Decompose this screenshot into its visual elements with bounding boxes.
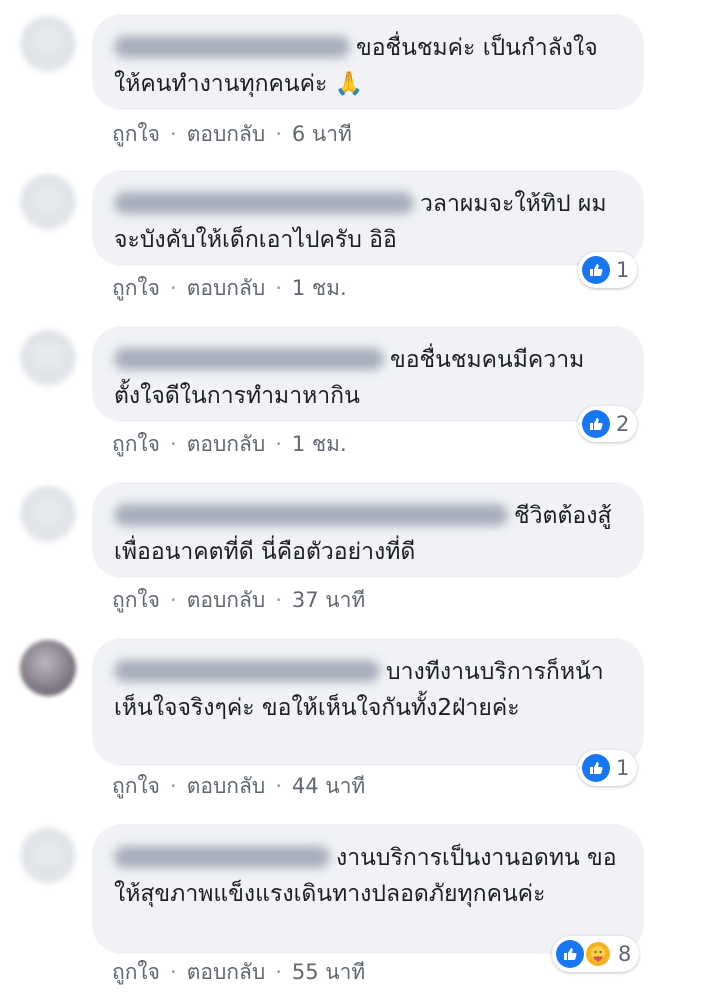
reaction-count: 8 bbox=[618, 942, 632, 966]
reaction-summary[interactable]: 2 bbox=[578, 406, 638, 442]
comment-time[interactable]: 1 ชม. bbox=[292, 276, 347, 300]
like-icon bbox=[556, 940, 584, 968]
like-link[interactable]: ถูกใจ bbox=[112, 432, 160, 456]
commenter-name[interactable] bbox=[114, 504, 508, 526]
reply-link[interactable]: ตอบกลับ bbox=[187, 588, 266, 612]
avatar[interactable] bbox=[20, 16, 76, 72]
commenter-name[interactable] bbox=[114, 846, 330, 868]
avatar[interactable] bbox=[20, 174, 76, 230]
comment-actions: ถูกใจ · ตอบกลับ · 44 นาที bbox=[112, 774, 366, 798]
comment-time[interactable]: 1 ชม. bbox=[292, 432, 347, 456]
comment-actions: ถูกใจ · ตอบกลับ · 37 นาที bbox=[112, 588, 366, 612]
reaction-count: 1 bbox=[616, 258, 630, 282]
reply-link[interactable]: ตอบกลับ bbox=[187, 276, 266, 300]
like-link[interactable]: ถูกใจ bbox=[112, 960, 160, 984]
comment-actions: ถูกใจ · ตอบกลับ · 1 ชม. bbox=[112, 432, 347, 456]
comment-actions: ถูกใจ · ตอบกลับ · 1 ชม. bbox=[112, 276, 347, 300]
care-icon bbox=[584, 940, 612, 968]
like-icon bbox=[582, 410, 610, 438]
comment-bubble: ขอชื่นชมคนมีความตั้งใจดีในการทำมาหากิน bbox=[92, 326, 644, 422]
commenter-name[interactable] bbox=[114, 348, 384, 370]
comment-bubble: ขอชื่นชมค่ะ เป็นกำลังใจให้คนทำงานทุกคนค่… bbox=[92, 14, 644, 110]
like-icon bbox=[582, 754, 610, 782]
reply-link[interactable]: ตอบกลับ bbox=[187, 960, 266, 984]
reaction-count: 1 bbox=[616, 756, 630, 780]
reaction-count: 2 bbox=[616, 412, 630, 436]
comment-time[interactable]: 55 นาที bbox=[292, 960, 365, 984]
avatar[interactable] bbox=[20, 486, 76, 542]
reaction-summary[interactable]: 8 bbox=[552, 936, 640, 972]
commenter-name[interactable] bbox=[114, 36, 350, 58]
comment-bubble: ชีวิตต้องสู้ เพื่ออนาคตที่ดี นี่คือตัวอย… bbox=[92, 482, 644, 578]
like-link[interactable]: ถูกใจ bbox=[112, 122, 160, 146]
comment-time[interactable]: 37 นาที bbox=[292, 588, 365, 612]
avatar[interactable] bbox=[20, 330, 76, 386]
comment-actions: ถูกใจ · ตอบกลับ · 55 นาที bbox=[112, 960, 366, 984]
commenter-name[interactable] bbox=[114, 192, 414, 214]
avatar[interactable] bbox=[20, 640, 76, 696]
like-link[interactable]: ถูกใจ bbox=[112, 276, 160, 300]
commenter-name[interactable] bbox=[114, 660, 380, 682]
reply-link[interactable]: ตอบกลับ bbox=[187, 774, 266, 798]
reaction-summary[interactable]: 1 bbox=[578, 252, 638, 288]
comment-time[interactable]: 6 นาที bbox=[292, 122, 352, 146]
reply-link[interactable]: ตอบกลับ bbox=[187, 432, 266, 456]
reaction-summary[interactable]: 1 bbox=[578, 750, 638, 786]
reply-link[interactable]: ตอบกลับ bbox=[187, 122, 266, 146]
comment-time[interactable]: 44 นาที bbox=[292, 774, 365, 798]
comment-bubble: งานบริการเป็นงานอดทน ขอให้สุขภาพแข็งแรงเ… bbox=[92, 824, 644, 954]
avatar[interactable] bbox=[20, 828, 76, 884]
like-link[interactable]: ถูกใจ bbox=[112, 588, 160, 612]
comment-bubble: บางทีงานบริการก็หน้าเห็นใจจริงๆค่ะ ขอให้… bbox=[92, 638, 644, 766]
like-link[interactable]: ถูกใจ bbox=[112, 774, 160, 798]
comment-bubble: วลาผมจะให้ทิป ผมจะบังคับให้เด็กเอาไปครับ… bbox=[92, 170, 644, 266]
comment-actions: ถูกใจ · ตอบกลับ · 6 นาที bbox=[112, 122, 352, 146]
like-icon bbox=[582, 256, 610, 284]
